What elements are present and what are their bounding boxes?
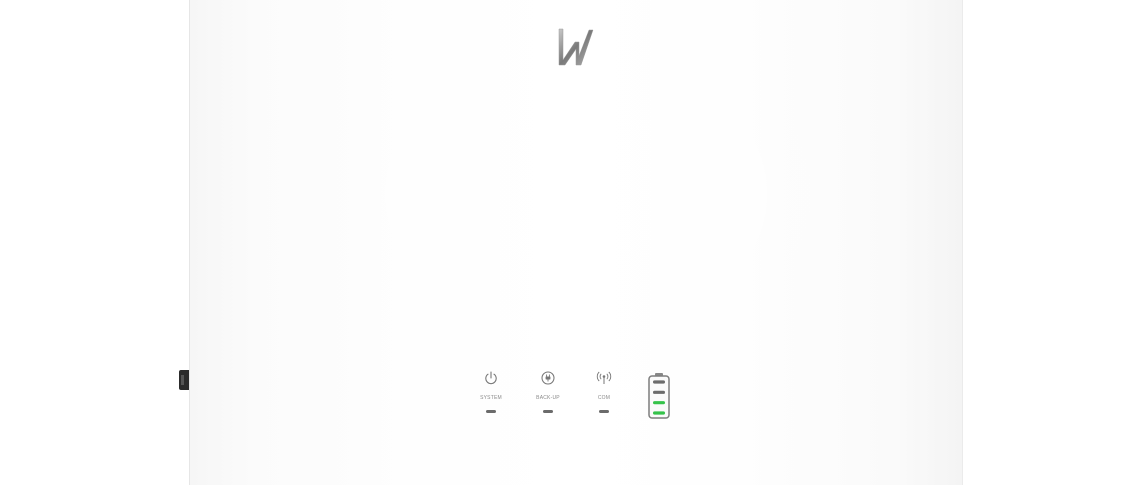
com-label: COM <box>597 395 611 401</box>
battery-level-icon <box>648 373 670 419</box>
brand-logo-icon <box>558 28 594 66</box>
com-led <box>599 410 609 413</box>
system-led <box>486 410 496 413</box>
com-indicator: COM <box>574 370 634 413</box>
backup-indicator: BACK-UP <box>518 370 578 413</box>
battery-segment <box>653 390 665 394</box>
system-label: SYSTEM <box>480 395 502 401</box>
backup-label: BACK-UP <box>536 395 560 401</box>
battery-segment <box>653 411 665 415</box>
system-indicator: SYSTEM <box>461 370 521 413</box>
antenna-icon <box>596 371 612 384</box>
battery-segment <box>653 380 665 384</box>
power-icon <box>485 371 497 385</box>
device-photo: SYSTEM BACK-UP COM <box>0 0 1141 485</box>
battery-segment <box>653 401 665 405</box>
backup-led <box>543 410 553 413</box>
plug-icon <box>541 371 555 385</box>
